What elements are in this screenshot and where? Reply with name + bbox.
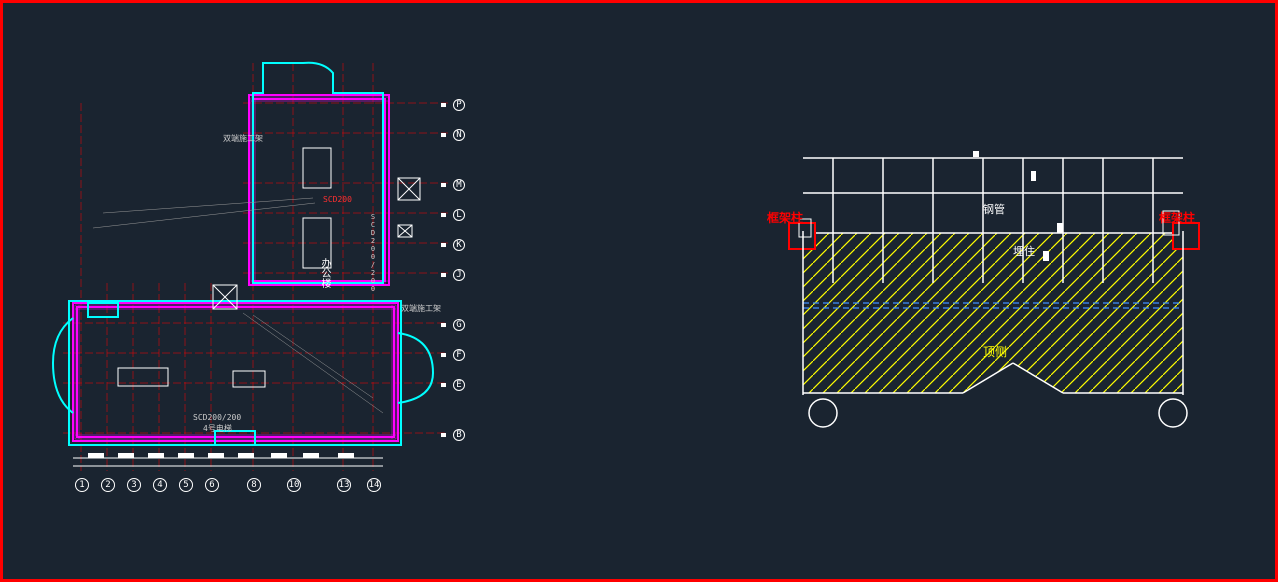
annotation-elevator: 4号电梯 (203, 423, 232, 434)
annotation-scaffold-2: 双端施工架 (401, 303, 441, 314)
axis-L: L (453, 209, 465, 221)
section-detail-svg (743, 123, 1243, 523)
label-left-column: 框架柱 (767, 209, 803, 226)
label-pipe: 钢管 (983, 201, 1005, 217)
building-name: 办公楼 (317, 258, 332, 288)
axis-J: J (453, 269, 465, 281)
grid-bubble-13: 13 (337, 478, 351, 492)
axis-K: K (453, 239, 465, 251)
floor-plan-svg (3, 3, 643, 579)
grid-bubble-8: 8 (247, 478, 261, 492)
equip-label-1: SCD200/200 (193, 413, 241, 422)
axis-P: P (453, 99, 465, 111)
cad-canvas[interactable]: 1 2 3 4 5 6 8 10 13 14 P N M L K J G F E… (3, 3, 1275, 579)
red-dim-text: SCD200 (323, 195, 352, 204)
grid-bubble-4: 4 (153, 478, 167, 492)
label-embed: 埋住 (1013, 243, 1035, 259)
grid-bubble-3: 3 (127, 478, 141, 492)
grid-bubble-14: 14 (367, 478, 381, 492)
label-right-column: 框架柱 (1159, 209, 1195, 226)
grid-bubble-6: 6 (205, 478, 219, 492)
grid-bubble-5: 5 (179, 478, 193, 492)
axis-E: E (453, 379, 465, 391)
axis-B: B (453, 429, 465, 441)
axis-M: M (453, 179, 465, 191)
axis-N: N (453, 129, 465, 141)
equip-label-2: SCD200/200 (369, 213, 377, 293)
grid-bubble-10: 10 (287, 478, 301, 492)
axis-F: F (453, 349, 465, 361)
grid-bubble-1: 1 (75, 478, 89, 492)
axis-G: G (453, 319, 465, 331)
grid-bubble-2: 2 (101, 478, 115, 492)
annotation-scaffold-1: 双端施工架 (223, 133, 263, 144)
label-top-side: 顶侧 (983, 343, 1007, 360)
